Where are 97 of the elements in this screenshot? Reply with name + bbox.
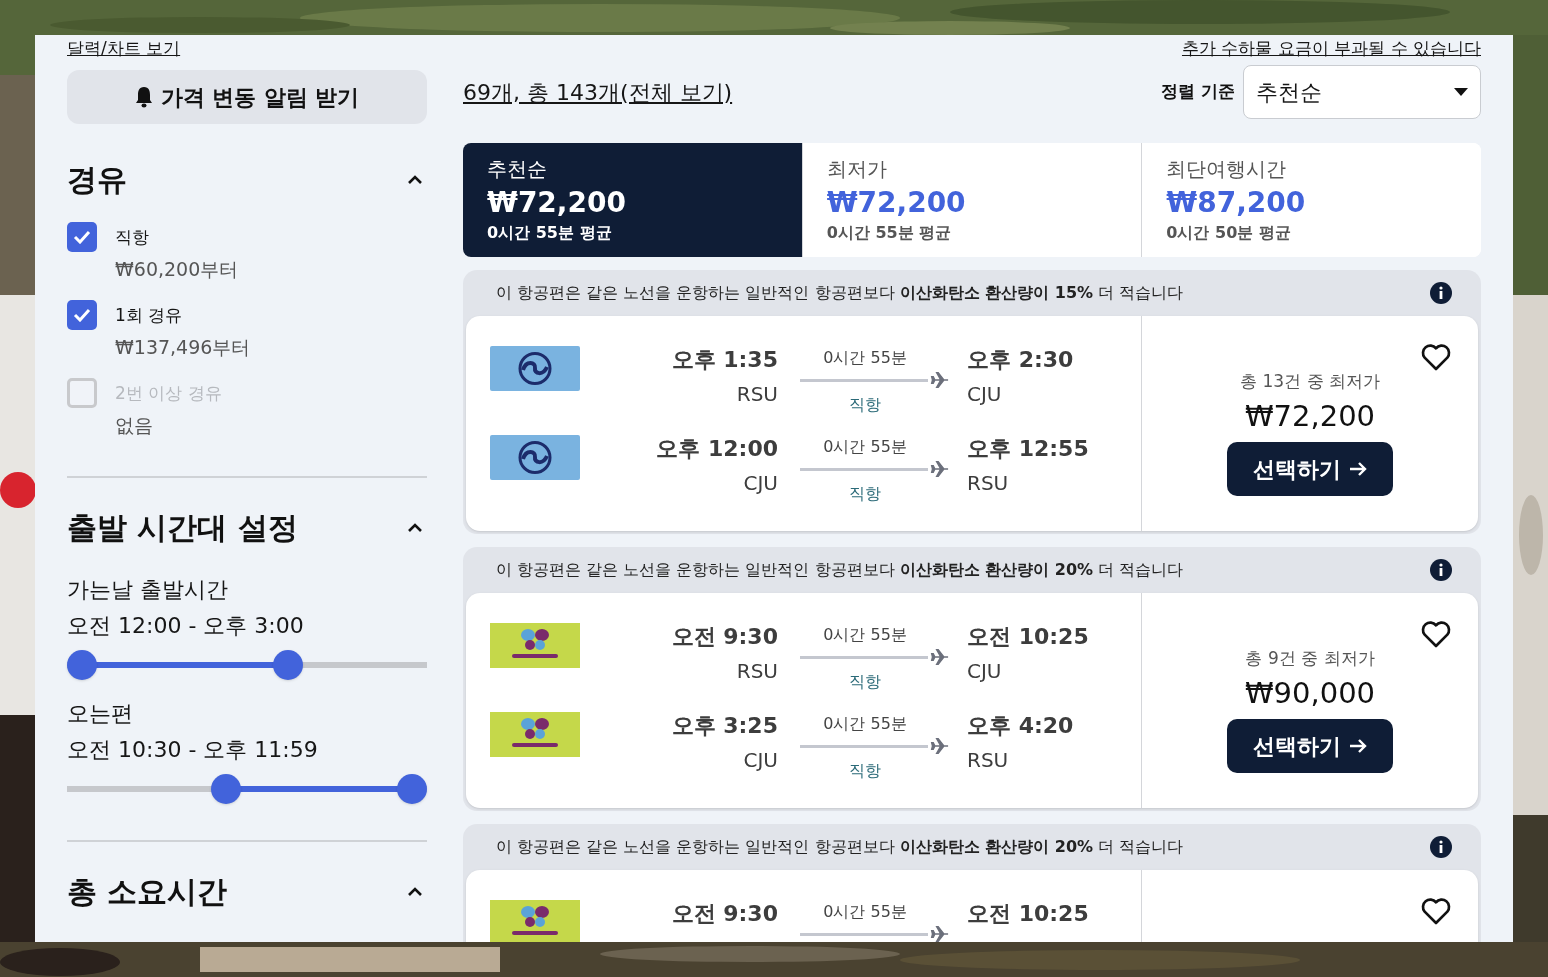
plane-icon (930, 647, 950, 667)
plane-icon (930, 370, 950, 390)
flight-duration: 0시간 55분 (823, 347, 907, 369)
arrival-time: 오후 4:20 (967, 712, 1074, 740)
slider-label: 오는편 (67, 700, 134, 728)
heart-icon[interactable] (1420, 619, 1452, 649)
checkbox[interactable] (67, 222, 97, 252)
emissions-notice: 이 항공편은 같은 노선을 운항하는 일반적인 항공편보다 이산화탄소 환산량이 20% 더 적습니다 (496, 559, 1184, 581)
tab-duration: 0시간 50분 평균 (1166, 223, 1292, 243)
range-slider[interactable] (67, 772, 427, 806)
select-button[interactable]: 선택하기 (1227, 719, 1393, 773)
arrow-right-icon (1349, 461, 1367, 477)
emissions-notice: 이 항공편은 같은 노선을 운항하는 일반적인 항공편보다 이산화탄소 환산량이 15% 더 적습니다 (496, 282, 1184, 304)
flight-duration: 0시간 55분 (823, 436, 907, 458)
tab-label: 최저가 (826, 156, 888, 183)
slider-thumb[interactable] (67, 650, 97, 680)
sort-label: 정렬 기준 (1161, 80, 1235, 104)
option-label: 2번 이상 경유 (115, 382, 222, 405)
slider-label: 가는날 출발시간 (67, 576, 229, 604)
option-price: 없음 (115, 413, 154, 438)
filter-title: 경유 (67, 161, 127, 199)
heart-icon[interactable] (1420, 342, 1452, 372)
tab-price: ₩87,200 (1166, 185, 1307, 221)
check-icon (73, 308, 91, 322)
airport-code: RSU (967, 470, 1010, 497)
baggage-fee-link[interactable]: 추가 수하물 요금이 부과될 수 있습니다 (1181, 37, 1481, 59)
stops-label: 직항 (849, 671, 881, 693)
plane-icon (930, 736, 950, 756)
flight-duration: 0시간 55분 (823, 713, 907, 735)
airport-code: CJU (967, 658, 1003, 685)
stops-label: 직항 (849, 760, 881, 782)
flight-card[interactable]: 오전 9:30 0시간 55분 오전 10:25 (466, 870, 1478, 942)
tab-label: 추천순 (487, 156, 548, 183)
departure-time: 오전 9:30 (671, 900, 778, 928)
emissions-notice: 이 항공편은 같은 노선을 운항하는 일반적인 항공편보다 이산화탄소 환산량이 20% 더 적습니다 (496, 836, 1184, 858)
departure-time: 오후 3:25 (671, 712, 778, 740)
slider-thumb[interactable] (210, 774, 241, 804)
bell-icon (134, 86, 153, 108)
tab-duration: 0시간 55분 평균 (487, 223, 613, 243)
calendar-link[interactable]: 달력/차트 보기 (67, 38, 181, 58)
tab-price: ₩72,200 (487, 185, 627, 221)
sort-tab[interactable]: 최단여행시간 ₩87,200 0시간 50분 평균 (1141, 143, 1481, 257)
stops-label: 직항 (849, 483, 881, 505)
airport-code: CJU (743, 470, 778, 497)
chevron-up-icon[interactable] (407, 523, 423, 533)
airport-code: CJU (743, 747, 778, 774)
airport-code: RSU (967, 747, 1010, 774)
airport-code: RSU (736, 381, 778, 408)
option-label: 직항 (115, 226, 150, 249)
slider-thumb[interactable] (272, 650, 303, 680)
deal-label: 총 13건 중 최저가 (1240, 370, 1380, 393)
option-price: ₩60,200부터 (115, 257, 239, 282)
caret-down-icon (1454, 88, 1468, 96)
arrival-time: 오후 12:55 (967, 435, 1089, 463)
flight-duration: 0시간 55분 (823, 901, 907, 923)
chevron-up-icon[interactable] (407, 887, 423, 897)
range-slider[interactable] (67, 648, 427, 682)
tab-price: ₩72,200 (826, 185, 967, 221)
airport-code: RSU (736, 658, 778, 685)
airport-code: CJU (967, 381, 1003, 408)
plane-icon (930, 924, 950, 942)
tab-label: 최단여행시간 (1166, 156, 1288, 183)
tab-duration: 0시간 55분 평균 (826, 223, 953, 243)
sort-tab[interactable]: 추천순 ₩72,200 0시간 55분 평균 (463, 143, 802, 257)
arrival-time: 오전 10:25 (967, 900, 1089, 928)
results-count-link[interactable]: 69개, 총 143개(전체 보기) (463, 75, 733, 109)
departure-time: 오전 9:30 (671, 623, 778, 651)
deal-label: 총 9건 중 최저가 (1245, 647, 1375, 670)
heart-icon[interactable] (1420, 896, 1452, 926)
arrival-time: 오후 2:30 (967, 346, 1074, 374)
flight-price: ₩72,200 (1244, 398, 1376, 435)
price-alert-button[interactable]: 가격 변동 알림 받기 (67, 70, 427, 124)
check-icon (73, 230, 91, 244)
filter-title: 출발 시간대 설정 (67, 509, 298, 547)
arrow-right-icon (1349, 738, 1367, 754)
flight-price: ₩90,000 (1244, 675, 1376, 712)
stops-label: 직항 (849, 394, 881, 416)
select-button[interactable]: 선택하기 (1227, 442, 1393, 496)
plane-icon (930, 459, 950, 479)
time-range: 오전 12:00 - 오후 3:00 (67, 612, 305, 640)
flight-card[interactable]: 오전 9:30 RSU 0시간 55분 직항 오전 10:25 CJU 오후 3:25 CJU 0시간 55분 직항 오후 4:20 RSU 총 9건 중 최저가 ₩90,000 선택하기 (466, 593, 1478, 808)
info-icon[interactable] (1430, 836, 1452, 858)
option-label: 1회 경유 (115, 304, 184, 327)
info-icon[interactable] (1430, 282, 1452, 304)
chevron-up-icon[interactable] (407, 175, 423, 185)
departure-time: 오후 1:35 (671, 346, 778, 374)
checkbox[interactable] (67, 300, 97, 330)
option-price: ₩137,496부터 (115, 335, 251, 360)
time-range: 오전 10:30 - 오후 11:59 (67, 736, 319, 764)
flight-duration: 0시간 55분 (823, 624, 907, 646)
arrival-time: 오전 10:25 (967, 623, 1089, 651)
info-icon[interactable] (1430, 559, 1452, 581)
flight-card[interactable]: 오후 1:35 RSU 0시간 55분 직항 오후 2:30 CJU 오후 12:00 CJU 0시간 55분 직항 오후 12:55 RSU 총 13건 중 최저가 ₩72,200 선택하기 (466, 316, 1478, 531)
filter-title: 총 소요시간 (67, 873, 228, 911)
slider-thumb[interactable] (397, 774, 427, 804)
departure-time: 오후 12:00 (656, 435, 778, 463)
sort-dropdown[interactable]: 추천순 (1243, 65, 1481, 119)
